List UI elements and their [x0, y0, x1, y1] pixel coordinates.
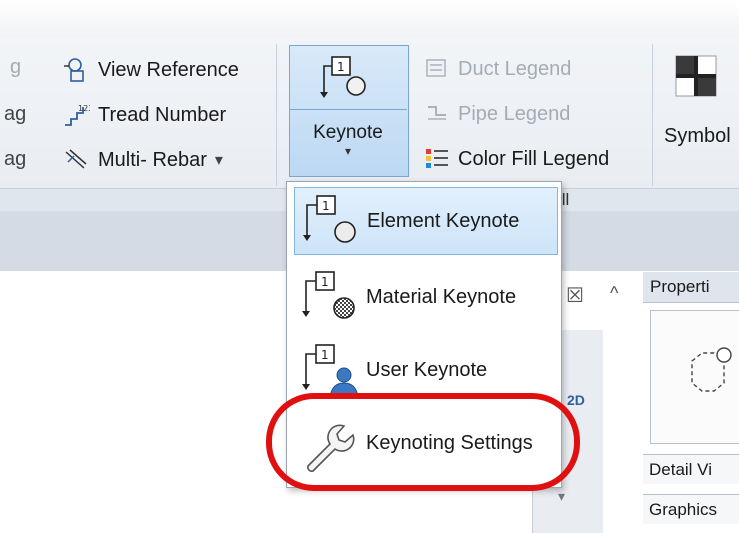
color-fill-legend-icon	[426, 149, 448, 168]
user-keynote-label: User Keynote	[366, 358, 488, 381]
tread-number-label: Tread Number	[98, 103, 227, 126]
highlight-ring	[266, 393, 580, 491]
ribbon-top-band	[0, 0, 739, 38]
multi-rebar-dropdown-icon[interactable]: ▾	[215, 150, 223, 170]
properties-graphics-row: Graphics	[643, 494, 739, 524]
detail-item-preview-icon	[691, 347, 732, 392]
properties-type-selector[interactable]: Detail Vi	[643, 454, 739, 484]
user-keynote-icon: 1	[302, 344, 359, 398]
keynote-label: Keynote	[313, 122, 383, 143]
multi-rebar-icon	[65, 149, 87, 169]
pipe-legend-button[interactable]: Pipe Legend	[424, 101, 570, 127]
view-reference-label: View Reference	[98, 58, 239, 81]
svg-text:1: 1	[337, 60, 345, 74]
panel-scroll-up-icon[interactable]: ^	[610, 283, 618, 304]
view-2d-label: 2D	[567, 392, 585, 408]
material-keynote-menu-item[interactable]: 1 Material Keynote	[294, 264, 556, 330]
keynote-icon: 1	[320, 56, 366, 98]
ribbon-tag-item-3[interactable]: ag	[4, 148, 26, 171]
panel-scroll-down-icon[interactable]: ▾	[558, 488, 565, 505]
svg-text:1: 1	[322, 199, 330, 213]
panel-close-icon[interactable]: ☒	[566, 283, 584, 308]
tread-number-button[interactable]: 123 Tread Number	[62, 101, 226, 129]
material-keynote-label: Material Keynote	[366, 285, 517, 308]
ribbon-separator-2	[652, 44, 653, 186]
view-reference-icon	[64, 58, 84, 82]
ribbon-separator-1	[276, 44, 277, 186]
view-reference-button[interactable]: View Reference	[62, 56, 239, 84]
keynote-dropdown-icon[interactable]: ▾	[289, 144, 407, 158]
symbol-button[interactable]: Symbol	[664, 125, 731, 148]
pipe-legend-label: Pipe Legend	[458, 102, 571, 125]
svg-text:1: 1	[321, 348, 329, 362]
color-fill-legend-label: Color Fill Legend	[458, 147, 610, 170]
duct-legend-icon	[426, 59, 446, 77]
ribbon-tag-item-2[interactable]: ag	[4, 103, 26, 126]
material-keynote-icon: 1	[302, 271, 355, 319]
pipe-legend-icon	[428, 106, 446, 120]
element-keynote-icon: 1	[303, 195, 356, 243]
tread-number-icon: 123	[65, 104, 90, 126]
svg-text:1: 1	[321, 275, 329, 289]
properties-title: Properti	[650, 277, 710, 296]
duct-legend-label: Duct Legend	[458, 57, 572, 80]
color-fill-legend-button[interactable]: Color Fill Legend	[424, 146, 609, 172]
svg-text:123: 123	[78, 104, 90, 113]
symbol-icon	[675, 55, 717, 97]
duct-legend-button[interactable]: Duct Legend	[424, 56, 571, 82]
multi-rebar-button[interactable]: Multi- Rebar ▾	[62, 146, 223, 174]
ribbon-tag-item-1[interactable]: g	[10, 56, 21, 79]
multi-rebar-label: Multi- Rebar	[98, 148, 207, 171]
element-keynote-menu-item[interactable]: 1 Element Keynote	[294, 187, 558, 255]
element-keynote-label: Element Keynote	[367, 209, 520, 232]
